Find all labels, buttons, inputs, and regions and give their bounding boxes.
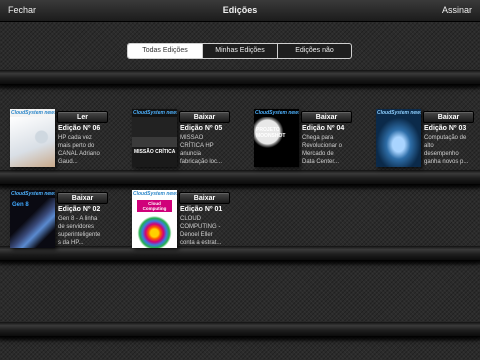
issue-cover[interactable]: CloudSystem news MISSÃO CRÍTICA bbox=[132, 109, 177, 167]
issue-card: CloudSystem news Ler Edição Nº 06 HP cad… bbox=[10, 109, 130, 171]
shelf-shadow bbox=[0, 260, 480, 266]
cover-art bbox=[376, 117, 421, 167]
cover-headline: PROJETO MOONSHOT bbox=[256, 127, 286, 139]
issue-description: Computação de alto desempenho ganha novo… bbox=[424, 135, 469, 165]
shelf bbox=[0, 322, 480, 336]
issue-card: CloudSystem news Baixar Edição Nº 03 Com… bbox=[376, 109, 480, 171]
cover-headline: Cloud Computing bbox=[137, 200, 172, 212]
cover-headline: Gen 8 bbox=[12, 202, 29, 208]
issue-description: CLOUD COMPUTING - Denoel Eller conta a e… bbox=[180, 216, 222, 246]
issue-cover[interactable]: CloudSystem news Gen 8 bbox=[10, 190, 55, 248]
issue-description: Chega para Revolucionar o Mercado de Dat… bbox=[302, 135, 343, 165]
download-button[interactable]: Baixar bbox=[301, 111, 352, 123]
issue-description: Gen 8 - A linha de servidores superintel… bbox=[58, 216, 101, 246]
download-button[interactable]: Baixar bbox=[57, 192, 108, 204]
issue-title: Edição Nº 03 bbox=[424, 125, 467, 132]
issue-description: HP cada vez mais perto do CANAL Adriano … bbox=[58, 135, 100, 165]
issue-card: CloudSystem news Gen 8 Baixar Edição Nº … bbox=[10, 190, 130, 252]
cover-headline: MISSÃO CRÍTICA bbox=[134, 149, 176, 155]
cover-masthead: CloudSystem news bbox=[133, 191, 177, 197]
subscribe-button[interactable]: Assinar bbox=[442, 5, 472, 15]
cover-masthead: CloudSystem news bbox=[377, 110, 421, 116]
issue-title: Edição Nº 06 bbox=[58, 125, 101, 132]
tab-all-editions[interactable]: Todas Edições bbox=[128, 44, 203, 58]
issue-title: Edição Nº 04 bbox=[302, 125, 345, 132]
cover-masthead: CloudSystem news bbox=[11, 191, 55, 197]
tab-not-acquired[interactable]: Edições não Adquiridas bbox=[278, 44, 351, 58]
read-button[interactable]: Ler bbox=[57, 111, 108, 123]
issue-description: MISSÃO CRÍTICA HP anuncia fabricação loc… bbox=[180, 135, 223, 165]
shelf bbox=[0, 70, 480, 84]
cover-art bbox=[132, 117, 177, 167]
page-title: Edições bbox=[222, 5, 258, 15]
shelf-shadow bbox=[0, 84, 480, 90]
cover-art bbox=[10, 117, 55, 167]
issue-cover[interactable]: CloudSystem news Cloud Computing bbox=[132, 190, 177, 248]
cover-art bbox=[254, 117, 299, 167]
cover-masthead: CloudSystem news bbox=[11, 110, 55, 116]
issue-cover[interactable]: CloudSystem news bbox=[10, 109, 55, 167]
download-button[interactable]: Baixar bbox=[179, 192, 230, 204]
tab-my-editions[interactable]: Minhas Edições bbox=[203, 44, 278, 58]
shelf bbox=[0, 170, 480, 184]
issue-card: CloudSystem news MISSÃO CRÍTICA Baixar E… bbox=[132, 109, 252, 171]
issue-card: CloudSystem news Cloud Computing Baixar … bbox=[132, 190, 252, 252]
cover-masthead: CloudSystem news bbox=[133, 110, 177, 116]
issue-cover[interactable]: CloudSystem news PROJETO MOONSHOT bbox=[254, 109, 299, 167]
navigation-bar: Fechar Edições Assinar bbox=[0, 0, 480, 22]
issue-cover[interactable]: CloudSystem news bbox=[376, 109, 421, 167]
cover-masthead: CloudSystem news bbox=[255, 110, 299, 116]
issue-title: Edição Nº 01 bbox=[180, 206, 223, 213]
download-button[interactable]: Baixar bbox=[423, 111, 474, 123]
shelf-shadow bbox=[0, 336, 480, 342]
issue-card: CloudSystem news PROJETO MOONSHOT Baixar… bbox=[254, 109, 374, 171]
editions-filter: Todas Edições Minhas Edições Edições não… bbox=[127, 43, 352, 59]
download-button[interactable]: Baixar bbox=[179, 111, 230, 123]
issue-title: Edição Nº 02 bbox=[58, 206, 101, 213]
issue-title: Edição Nº 05 bbox=[180, 125, 223, 132]
